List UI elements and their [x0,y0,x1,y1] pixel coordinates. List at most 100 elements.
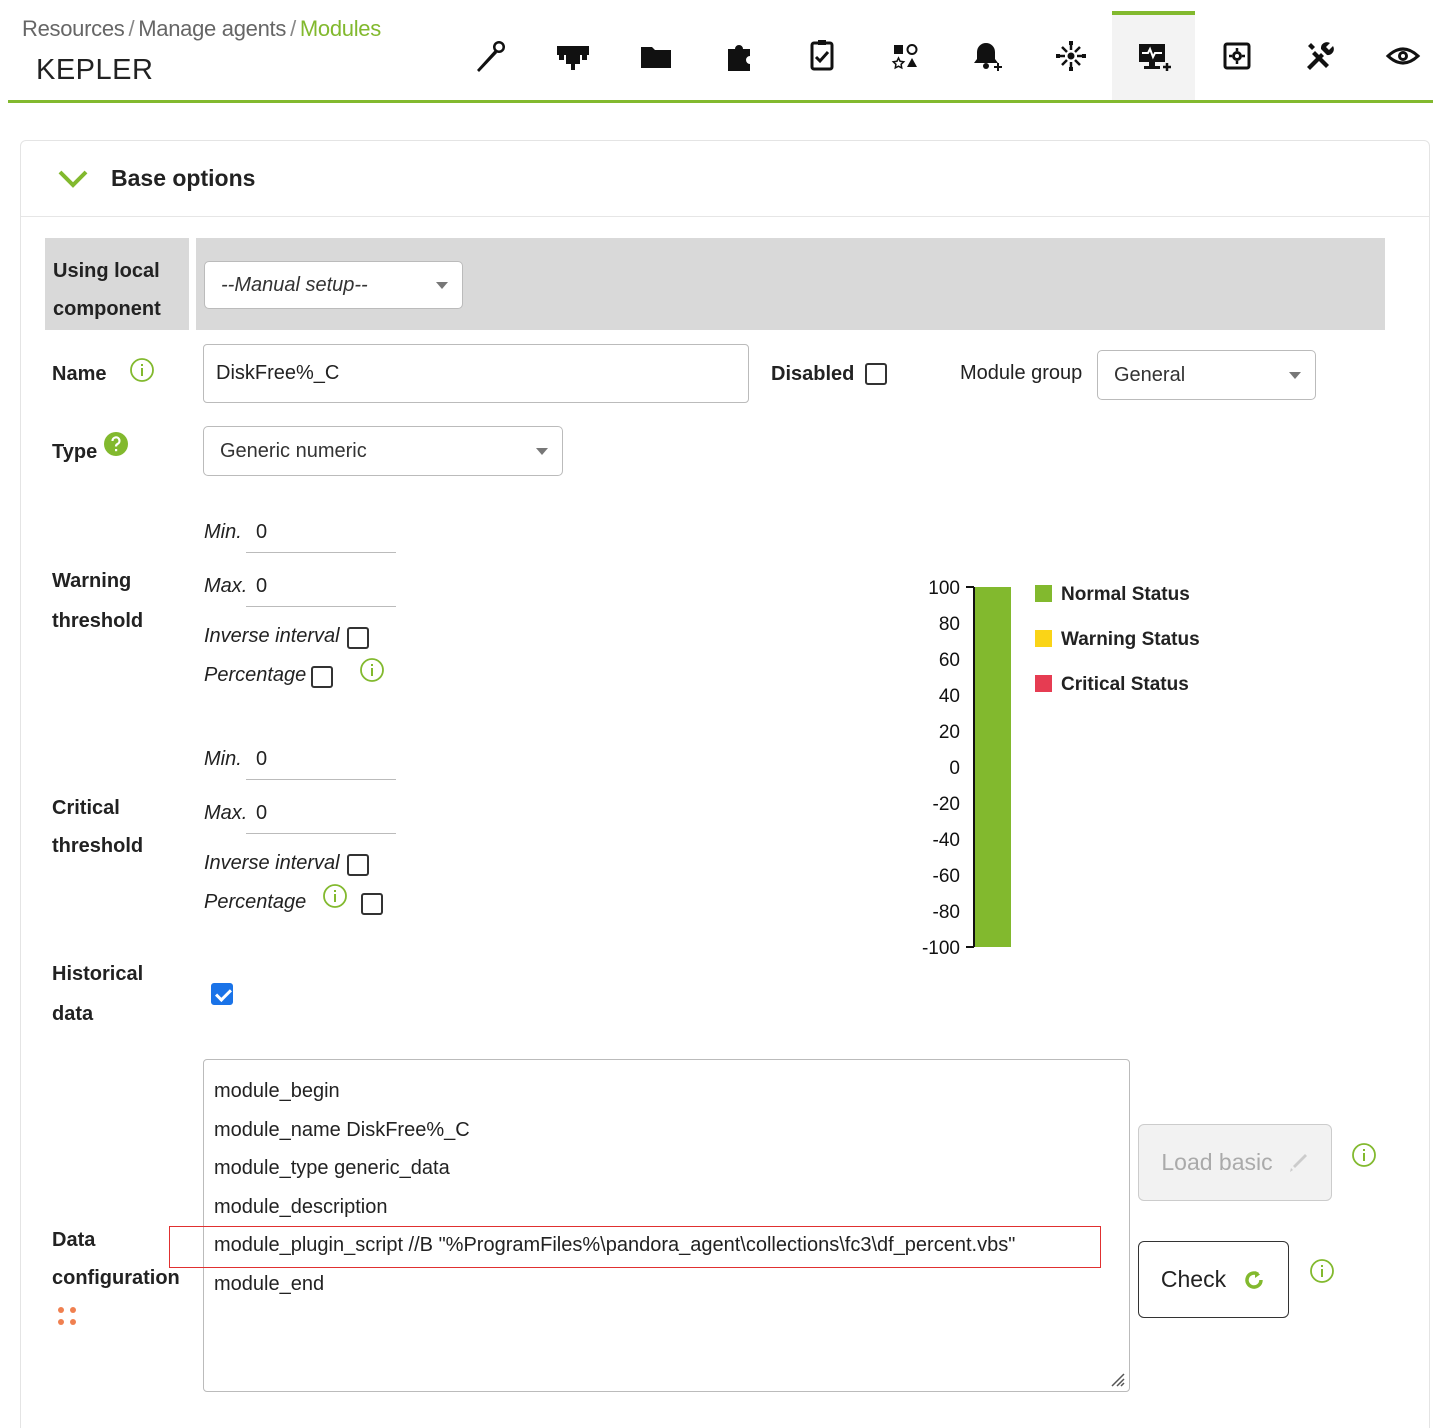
tab-setup[interactable] [448,11,531,100]
historical-data-checkbox[interactable] [211,983,233,1005]
chart-tick-label: 100 [928,578,960,599]
warning-min-input[interactable]: 0 [246,517,396,553]
code-line: module_type generic_data [214,1157,450,1179]
name-input-value: DiskFree%_C [216,362,340,384]
critical-threshold-label-line1: Critical [52,797,120,819]
network-icon [556,45,589,70]
local-component-label-line2: component [53,298,161,320]
warning-max-label: Max. [204,575,248,597]
refresh-icon [1245,1270,1263,1289]
shapes-icon [891,43,917,69]
info-icon[interactable] [1351,1142,1377,1168]
historical-data-label: Historical data [52,954,143,1034]
critical-inverse-label: Inverse interval [204,852,340,874]
info-icon[interactable] [129,357,155,383]
legend-label: Critical Status [1061,674,1189,695]
chart-tick-label: -80 [933,902,960,923]
module-group-select-value: General [1114,363,1186,386]
chevron-down-icon [436,282,448,289]
tab-alerts[interactable] [946,11,1029,100]
load-basic-button[interactable]: Load basic [1138,1124,1332,1201]
warning-min-label: Min. [204,521,242,543]
monitor-plus-icon [1138,43,1171,71]
tab-view[interactable] [1361,11,1441,100]
warning-percentage-label: Percentage [204,664,307,686]
folder-icon [640,46,671,68]
checklist-icon [810,39,833,70]
breadcrumb-separator: / [128,16,135,41]
chart-tick-label: -100 [922,938,960,959]
tab-plugins[interactable] [697,11,780,100]
critical-inverse-checkbox[interactable] [347,854,369,876]
warning-percentage-checkbox[interactable] [311,666,333,688]
local-component-label-line1: Using local [53,260,160,282]
tools-icon [1306,41,1334,70]
type-label: Type [52,441,98,463]
legend-label: Warning Status [1061,629,1200,650]
tab-modules[interactable] [1112,11,1195,100]
info-icon[interactable] [322,883,348,909]
info-icon[interactable] [1309,1258,1335,1284]
chart-tick-label: 40 [939,686,960,707]
loading-spinner-icon [58,1307,76,1325]
bell-plus-icon [973,42,1002,71]
local-component-select-value: --Manual setup-- [221,273,368,296]
chart-tick-label: 0 [949,758,960,779]
legend-swatch [1035,585,1052,602]
resize-grip-icon[interactable] [1107,1369,1125,1387]
name-label: Name [52,363,107,385]
tab-shapes[interactable] [863,11,946,100]
warning-threshold-label: Warning threshold [52,561,143,641]
breadcrumb-separator: / [290,16,296,41]
gear-box-icon [1223,42,1250,69]
critical-max-input[interactable]: 0 [246,798,396,834]
local-component-select[interactable]: --Manual setup-- [204,261,463,309]
local-component-bar: --Manual setup-- [196,238,1385,330]
critical-threshold-label-line2: threshold [52,835,144,857]
data-configuration-label: Data configuration [52,1221,180,1297]
cluster-icon [1055,40,1086,71]
page-header: Resources / Manage agents / Modules KEPLER [8,8,1433,103]
critical-percentage-label: Percentage [204,891,307,913]
data-configuration-label-line2: configuration [52,1267,180,1289]
code-line: module_name DiskFree%_C [214,1118,470,1141]
breadcrumb-item-resources[interactable]: Resources [22,16,125,41]
highlight-box [169,1226,1101,1268]
help-icon[interactable] [103,431,129,457]
tab-network[interactable] [531,11,614,100]
page-title: KEPLER [36,54,154,86]
disabled-checkbox[interactable] [865,363,887,385]
module-group-label: Module group [960,362,1083,384]
info-icon[interactable] [359,657,385,683]
chart-tick-label: -40 [933,830,960,851]
panel-title: Base options [111,165,256,191]
legend-swatch [1035,675,1052,692]
panel-header[interactable]: Base options [21,141,1429,217]
check-button[interactable]: Check [1138,1241,1289,1318]
warning-threshold-label-line2: threshold [52,610,144,632]
legend-label: Normal Status [1061,584,1190,605]
chart-tick-label: 80 [939,614,960,635]
chart-tick-label: 20 [939,722,960,743]
chart-tick-label: -60 [933,866,960,887]
critical-min-label: Min. [204,748,242,770]
type-select[interactable]: Generic numeric [203,426,563,476]
wrench-icon [476,40,505,72]
warning-threshold-label-line1: Warning [52,570,132,592]
historical-data-label-line2: data [52,1003,94,1025]
breadcrumb-item-manage-agents[interactable]: Manage agents [138,16,286,41]
tab-configuration[interactable] [1195,11,1278,100]
tab-tools[interactable] [1278,11,1361,100]
name-input[interactable]: DiskFree%_C [203,344,749,403]
tab-cluster[interactable] [1029,11,1112,100]
critical-min-input[interactable]: 0 [246,744,396,780]
tab-checklist[interactable] [780,11,863,100]
tab-collections[interactable] [614,11,697,100]
warning-inverse-checkbox[interactable] [347,627,369,649]
puzzle-icon [727,44,750,71]
load-basic-label: Load basic [1161,1149,1273,1175]
critical-percentage-checkbox[interactable] [361,893,383,915]
warning-max-input[interactable]: 0 [246,571,396,607]
chevron-down-icon[interactable] [57,163,89,195]
module-group-select[interactable]: General [1097,350,1316,400]
